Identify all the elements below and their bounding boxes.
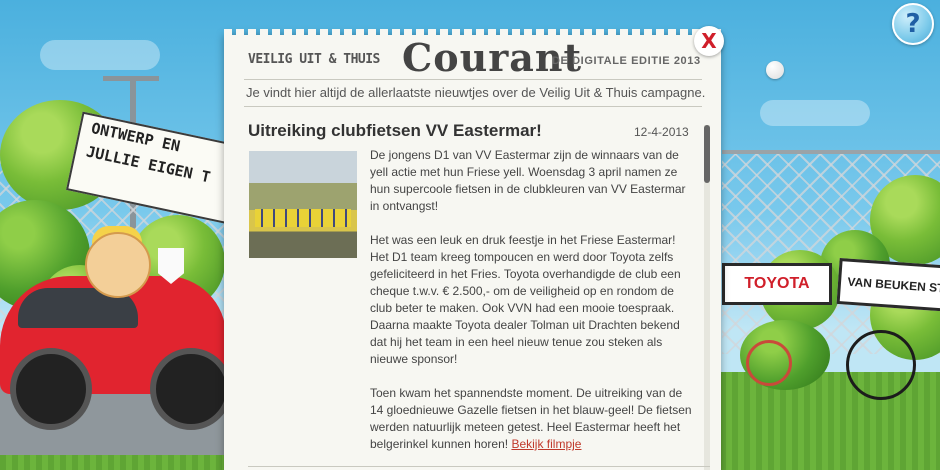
bike-wheel <box>846 330 916 400</box>
bike-wheel <box>746 340 792 386</box>
video-link[interactable]: Bekijk filmpje <box>511 437 581 451</box>
close-button[interactable]: X <box>694 26 724 56</box>
car-wheel <box>150 348 232 430</box>
tagline: Je vindt hier altijd de allerlaatste nie… <box>246 85 706 100</box>
sign-vanbeuken-text: VAN BEUKEN ST <box>847 274 940 296</box>
background-scene: ONTWERP EN JULLIE EIGEN T TOYOTA VAN BEU… <box>0 0 940 470</box>
car-wheel <box>10 348 92 430</box>
divider <box>244 79 702 80</box>
help-icon: ? <box>905 9 921 39</box>
article-date: 12-4-2013 <box>634 125 689 139</box>
edition-label: DE DIGITALE EDITIE 2013 <box>552 55 701 67</box>
news-panel: VEILIG UIT & THUIS Courant DE DIGITALE E… <box>224 29 721 470</box>
sign-toyota: TOYOTA <box>722 263 832 305</box>
help-button[interactable]: ? <box>892 3 934 45</box>
lamp-arm <box>103 76 159 81</box>
article-paragraph: De jongens D1 van VV Eastermar zijn de w… <box>370 148 686 213</box>
article-body: De jongens D1 van VV Eastermar zijn de w… <box>370 147 693 470</box>
article-title: Uitreiking clubfietsen VV Eastermar! <box>248 121 542 140</box>
sign-vanbeuken: VAN BEUKEN ST <box>836 258 940 312</box>
divider <box>248 466 710 467</box>
cloud <box>40 40 160 70</box>
character-head <box>85 232 151 298</box>
close-icon: X <box>701 29 717 53</box>
scrollbar-thumb[interactable] <box>704 125 710 183</box>
article-photo <box>249 151 357 258</box>
article-paragraph: Het was een leuk en druk feestje in het … <box>370 233 681 366</box>
article-paragraph: Toen kwam het spannendste moment. De uit… <box>370 385 693 453</box>
divider <box>244 106 702 107</box>
campaign-label: VEILIG UIT & THUIS <box>248 52 380 67</box>
ball-icon <box>766 61 784 79</box>
sign-toyota-text: TOYOTA <box>744 275 810 292</box>
cloud <box>760 100 870 126</box>
photo-team <box>255 209 351 227</box>
